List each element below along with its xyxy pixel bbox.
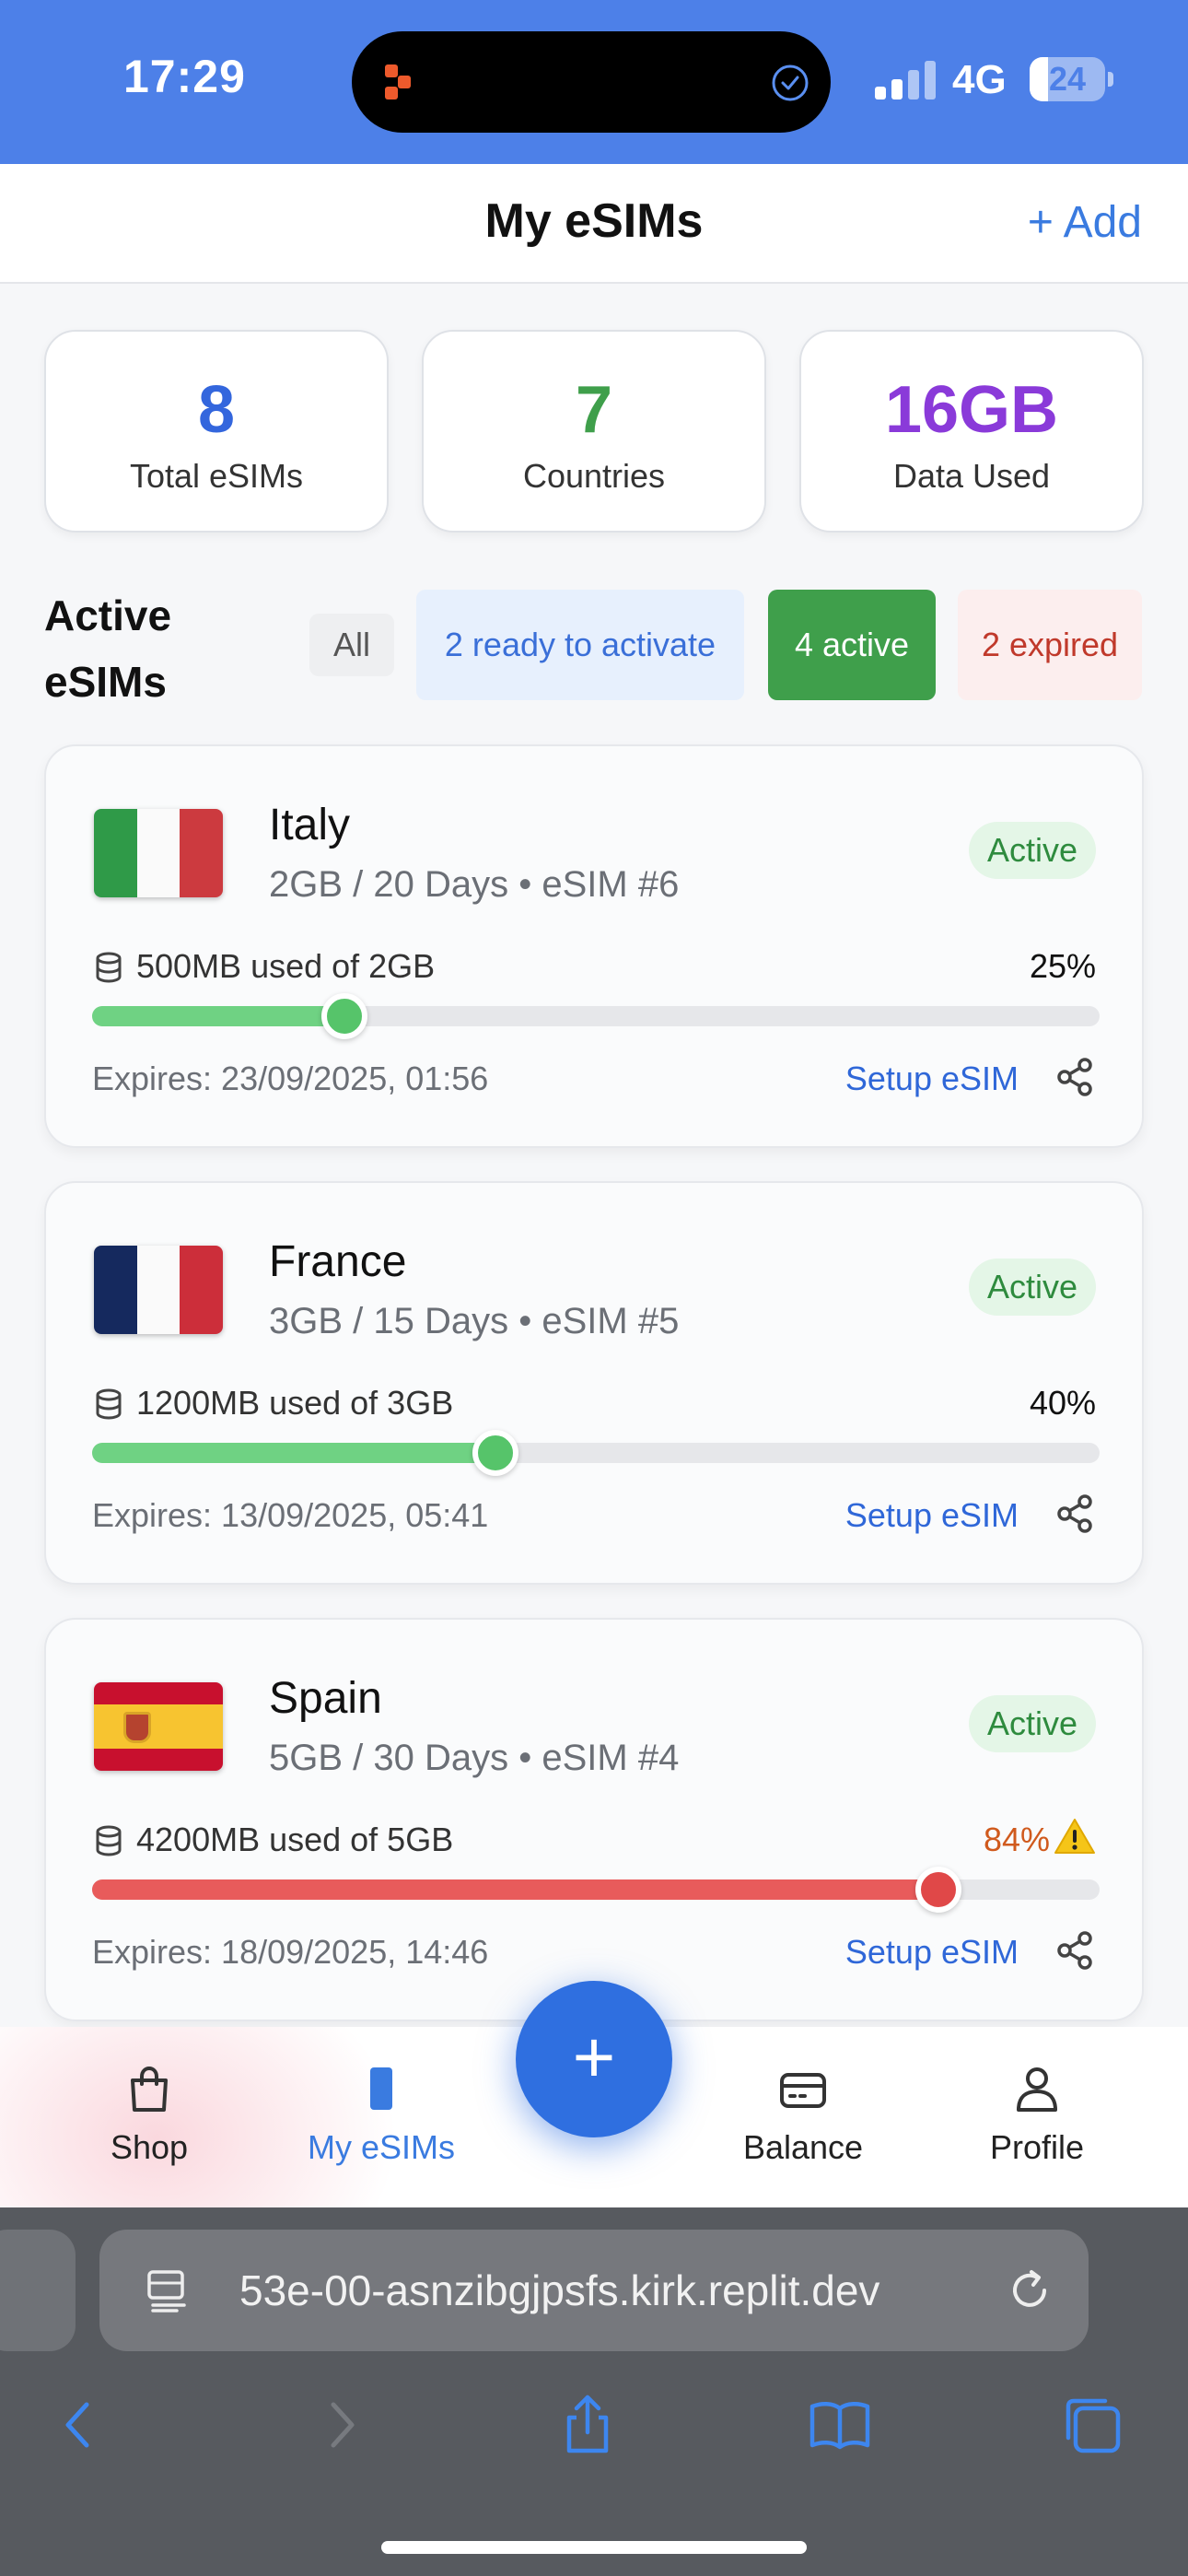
nav-label: My eSIMs [307, 2128, 455, 2166]
stat-label: Data Used [892, 457, 1051, 495]
forward-icon[interactable] [308, 2392, 374, 2458]
nav-label: Shop [110, 2128, 189, 2166]
plan-details: 2GB / 20 Days • eSIM #6 [269, 864, 680, 905]
add-esim-button[interactable]: + Add [1028, 197, 1142, 248]
previous-tab[interactable] [0, 2230, 76, 2351]
usage-percent: 25% [1029, 947, 1096, 985]
status-badge: Active [968, 1259, 1096, 1316]
sim-card-icon [370, 2067, 392, 2110]
filter-ready[interactable]: 2 ready to activate [416, 590, 744, 700]
nav-label: Profile [989, 2128, 1085, 2166]
nav-balance[interactable]: Balance [711, 2062, 895, 2167]
setup-esim-link[interactable]: Setup eSIM [845, 1496, 1019, 1535]
database-icon [96, 1825, 122, 1856]
status-badge: Active [968, 822, 1096, 879]
bookmarks-icon[interactable] [807, 2392, 873, 2458]
nav-shop[interactable]: Shop [57, 2062, 241, 2167]
app-header: My eSIMs + Add [0, 164, 1188, 284]
network-type: 4G [952, 57, 1007, 102]
usage-text: 4200MB used of 5GB [136, 1821, 454, 1858]
home-indicator [381, 2541, 807, 2554]
usage-percent: 40% [1029, 1384, 1096, 1422]
nav-profile[interactable]: Profile [945, 2062, 1129, 2167]
dynamic-island [352, 31, 831, 133]
reload-icon[interactable] [1004, 2265, 1055, 2316]
esim-card[interactable]: Italy 2GB / 20 Days • eSIM #6 Active 500… [44, 744, 1144, 1148]
shopping-bag-icon [131, 2066, 168, 2112]
setup-esim-link[interactable]: Setup eSIM [845, 1060, 1019, 1098]
section-title: Active eSIMs [44, 591, 172, 706]
country-name: France [269, 1237, 407, 1286]
user-icon [1017, 2067, 1057, 2112]
esim-card[interactable]: Spain 5GB / 30 Days • eSIM #4 Active 420… [44, 1618, 1144, 2021]
add-fab-button[interactable]: + [516, 1981, 672, 2137]
stat-value: 16GB [884, 373, 1059, 447]
usage-progress-fill [92, 1879, 938, 1900]
plus-icon: + [572, 2016, 616, 2098]
status-bar: 17:29 4G 24 [0, 0, 1188, 164]
stat-value: 8 [197, 373, 236, 447]
expiry-text: Expires: 23/09/2025, 01:56 [92, 1060, 489, 1097]
esim-card[interactable]: France 3GB / 15 Days • eSIM #5 Active 12… [44, 1181, 1144, 1585]
status-time: 17:29 [123, 51, 246, 102]
usage-percent: 84% [983, 1821, 1050, 1858]
database-icon [96, 952, 122, 983]
check-circle-icon [772, 64, 809, 101]
usage-progress-bar [92, 993, 1100, 1039]
tabs-icon[interactable] [1059, 2392, 1125, 2458]
plan-details: 5GB / 30 Days • eSIM #4 [269, 1738, 680, 1778]
page-menu-icon[interactable] [144, 2266, 192, 2314]
setup-esim-link[interactable]: Setup eSIM [845, 1933, 1019, 1972]
filter-all[interactable]: All [309, 614, 394, 676]
progress-knob[interactable] [914, 1867, 961, 1913]
plan-details: 3GB / 15 Days • eSIM #5 [269, 1301, 680, 1341]
filter-active[interactable]: 4 active [768, 590, 936, 700]
usage-progress-bar [92, 1430, 1100, 1476]
share-icon[interactable] [1054, 1493, 1096, 1535]
stat-value: 7 [575, 373, 613, 447]
stats-row: 8 Total eSIMs 7 Countries 16GB Data Used [44, 330, 1144, 533]
battery-level: 24 [1048, 60, 1087, 98]
url-bar[interactable]: 53e-00-asnzibgjpsfs.kirk.replit.dev [99, 2230, 1089, 2351]
stat-total-esims: 8 Total eSIMs [44, 330, 389, 533]
country-name: Italy [269, 801, 351, 849]
share-icon[interactable] [1054, 1929, 1096, 1972]
share-icon[interactable] [1054, 1056, 1096, 1098]
usage-text: 500MB used of 2GB [136, 947, 436, 985]
progress-knob[interactable] [320, 993, 367, 1039]
stat-label: Total eSIMs [129, 457, 304, 495]
stat-countries: 7 Countries [422, 330, 766, 533]
usage-progress-bar [92, 1867, 1100, 1913]
spain-flag [94, 1682, 223, 1771]
database-icon [96, 1388, 122, 1420]
progress-knob[interactable] [472, 1430, 518, 1476]
usage-progress-fill [92, 1006, 344, 1026]
country-name: Spain [269, 1674, 382, 1723]
app-activity-icon [385, 64, 411, 100]
expiry-text: Expires: 13/09/2025, 05:41 [92, 1496, 489, 1534]
back-icon[interactable] [46, 2392, 112, 2458]
page-title: My eSIMs [484, 194, 704, 248]
battery-icon: 24 [1030, 57, 1113, 101]
browser-toolbar: 53e-00-asnzibgjpsfs.kirk.replit.dev [0, 2207, 1188, 2576]
url-text: 53e-00-asnzibgjpsfs.kirk.replit.dev [239, 2266, 880, 2314]
share-sheet-icon[interactable] [554, 2392, 621, 2458]
stat-label: Countries [522, 457, 666, 495]
nav-my-esims[interactable]: My eSIMs [289, 2062, 473, 2167]
italy-flag [94, 809, 223, 897]
stat-data-used: 16GB Data Used [799, 330, 1144, 533]
france-flag [94, 1246, 223, 1334]
usage-progress-fill [92, 1443, 495, 1463]
warning-icon [1054, 1819, 1095, 1854]
wallet-icon [780, 2073, 826, 2108]
signal-icon [875, 59, 938, 100]
filter-expired[interactable]: 2 expired [958, 590, 1142, 700]
nav-label: Balance [742, 2128, 864, 2166]
expiry-text: Expires: 18/09/2025, 14:46 [92, 1933, 489, 1971]
usage-text: 1200MB used of 3GB [136, 1384, 454, 1422]
status-badge: Active [968, 1695, 1096, 1752]
